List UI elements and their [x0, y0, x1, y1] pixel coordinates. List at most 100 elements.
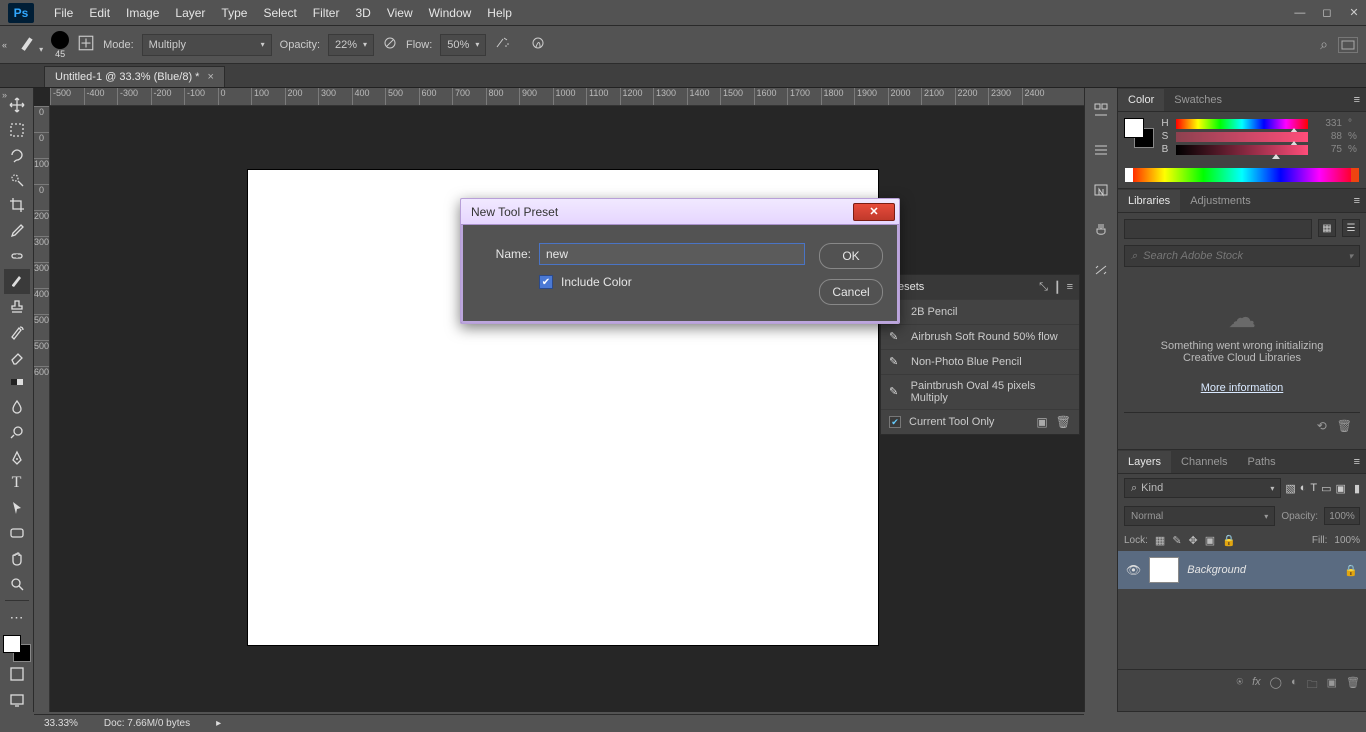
preset-name-input[interactable] [539, 243, 805, 265]
tab-adjustments[interactable]: Adjustments [1180, 190, 1261, 212]
gradient-tool-icon[interactable] [4, 369, 30, 394]
history-brush-tool-icon[interactable] [4, 319, 30, 344]
foreground-background-swatch[interactable] [3, 635, 31, 662]
settings-panel-icon[interactable] [1091, 260, 1111, 280]
tools-expand-icon[interactable]: » [2, 90, 14, 102]
expand-icon[interactable]: « [2, 40, 7, 50]
layer-mask-icon[interactable]: ◯ [1270, 676, 1282, 695]
zoom-tool-icon[interactable] [4, 571, 30, 596]
preset-item[interactable]: ✎Airbrush Soft Round 50% flow [881, 324, 1079, 349]
opacity-pressure-icon[interactable] [382, 35, 398, 54]
crop-tool-icon[interactable] [4, 193, 30, 218]
screenmode-icon[interactable] [4, 687, 30, 712]
menu-layer[interactable]: Layer [167, 2, 213, 24]
list-view-icon[interactable]: ☰ [1342, 219, 1360, 237]
airbrush-icon[interactable] [494, 35, 510, 54]
library-select[interactable] [1124, 219, 1312, 239]
doc-info[interactable]: Doc: 7.66M/0 bytes [104, 718, 190, 729]
adjustment-layer-icon[interactable]: ◐ [1291, 676, 1298, 695]
filter-toggle-icon[interactable]: ▮ [1354, 482, 1360, 495]
type-tool-icon[interactable]: T [4, 470, 30, 495]
maximize-icon[interactable]: ◻ [1315, 6, 1339, 19]
properties-panel-icon[interactable] [1091, 140, 1111, 160]
menu-image[interactable]: Image [118, 2, 167, 24]
tab-close-icon[interactable]: × [207, 71, 213, 83]
pen-tool-icon[interactable] [4, 445, 30, 470]
healing-tool-icon[interactable] [4, 243, 30, 268]
tab-paths[interactable]: Paths [1238, 451, 1286, 473]
flow-field[interactable]: 50%▾ [440, 34, 486, 56]
stamp-tool-icon[interactable] [4, 294, 30, 319]
menu-3d[interactable]: 3D [347, 2, 378, 24]
menu-view[interactable]: View [379, 2, 421, 24]
menu-filter[interactable]: Filter [305, 2, 348, 24]
menu-file[interactable]: File [46, 2, 81, 24]
bri-slider[interactable] [1176, 145, 1308, 155]
trash-icon[interactable]: 🗑 [1056, 415, 1071, 429]
tab-layers[interactable]: Layers [1118, 451, 1171, 473]
preset-item[interactable]: ✎Paintbrush Oval 45 pixels Multiply [881, 374, 1079, 409]
lock-position-icon[interactable]: ✥ [1189, 534, 1198, 547]
blend-mode-select[interactable]: Normal▾ [1124, 506, 1275, 526]
layer-row[interactable]: 👁 Background 🔒 [1118, 551, 1366, 589]
lasso-tool-icon[interactable] [4, 142, 30, 167]
lock-pixels-icon[interactable]: ▦ [1155, 534, 1165, 547]
preset-item[interactable]: ✎Non-Photo Blue Pencil [881, 349, 1079, 374]
menu-edit[interactable]: Edit [81, 2, 118, 24]
new-layer-icon[interactable]: ▣ [1327, 676, 1337, 695]
zoom-level[interactable]: 33.33% [44, 718, 78, 729]
lock-all-icon[interactable]: 🔒 [1222, 534, 1236, 547]
tab-channels[interactable]: Channels [1171, 451, 1237, 473]
lock-artboard-icon[interactable]: ▣ [1205, 534, 1215, 547]
panel-menu-icon[interactable]: ≡ [1354, 195, 1360, 207]
stock-search[interactable]: ⌕ Search Adobe Stock ▾ [1124, 245, 1360, 267]
menu-type[interactable]: Type [213, 2, 255, 24]
search-icon[interactable]: ⌕ [1320, 36, 1328, 53]
panel-menu-icon[interactable]: ≡ [1354, 94, 1360, 106]
cancel-button[interactable]: Cancel [819, 279, 883, 305]
lock-brush-icon[interactable]: ✎ [1172, 534, 1181, 547]
panel-menu-icon[interactable]: ≡ [1067, 281, 1073, 293]
new-preset-icon[interactable]: ▣ [1036, 415, 1047, 429]
filter-shape-icon[interactable]: ▭ [1321, 482, 1331, 495]
collapse-icon[interactable]: ⤡ [1039, 281, 1048, 294]
hand-tool-icon[interactable] [4, 546, 30, 571]
menu-help[interactable]: Help [479, 2, 520, 24]
include-color-checkbox[interactable]: ✔ [539, 275, 553, 289]
brush-tool-icon[interactable] [4, 269, 30, 294]
layer-fill[interactable]: 100% [1334, 535, 1360, 546]
filter-smart-icon[interactable]: ▣ [1336, 482, 1346, 495]
trash-icon[interactable]: 🗑 [1346, 676, 1360, 695]
menu-select[interactable]: Select [255, 2, 304, 24]
panel-menu-icon[interactable]: ≡ [1354, 456, 1360, 468]
opacity-field[interactable]: 22%▾ [328, 34, 374, 56]
quick-share-icon[interactable] [1338, 37, 1358, 53]
status-arrow-icon[interactable]: ▸ [216, 718, 221, 729]
marquee-tool-icon[interactable] [4, 117, 30, 142]
close-icon[interactable]: ✕ [1342, 6, 1366, 19]
group-icon[interactable]: 🗀 [1307, 676, 1318, 695]
blur-tool-icon[interactable] [4, 395, 30, 420]
filter-adjust-icon[interactable]: ◐ [1300, 482, 1307, 494]
history-panel-icon[interactable] [1091, 100, 1111, 120]
mode-select[interactable]: Multiply ▾ [142, 34, 272, 56]
filter-type-icon[interactable]: T [1310, 482, 1317, 494]
filter-image-icon[interactable]: ▧ [1285, 482, 1295, 495]
brush-panel-icon[interactable] [77, 34, 95, 55]
color-ramp[interactable] [1126, 168, 1358, 182]
grid-view-icon[interactable]: ▦ [1318, 219, 1336, 237]
horizontal-ruler[interactable]: -500-400-300-200-10001002003004005006007… [50, 88, 1084, 106]
dodge-tool-icon[interactable] [4, 420, 30, 445]
preset-item[interactable]: ✎2B Pencil [881, 299, 1079, 324]
link-layers-icon[interactable]: ⍟ [1236, 676, 1243, 695]
tab-swatches[interactable]: Swatches [1164, 89, 1232, 111]
ok-button[interactable]: OK [819, 243, 883, 269]
shape-tool-icon[interactable] [4, 521, 30, 546]
eraser-tool-icon[interactable] [4, 344, 30, 369]
character-panel-icon[interactable] [1091, 180, 1111, 200]
menu-window[interactable]: Window [421, 2, 480, 24]
size-pressure-icon[interactable] [530, 35, 546, 54]
color-swatch[interactable] [1124, 118, 1154, 148]
quickselect-tool-icon[interactable] [4, 168, 30, 193]
filter-kind[interactable]: ⌕Kind▾ [1124, 478, 1281, 498]
